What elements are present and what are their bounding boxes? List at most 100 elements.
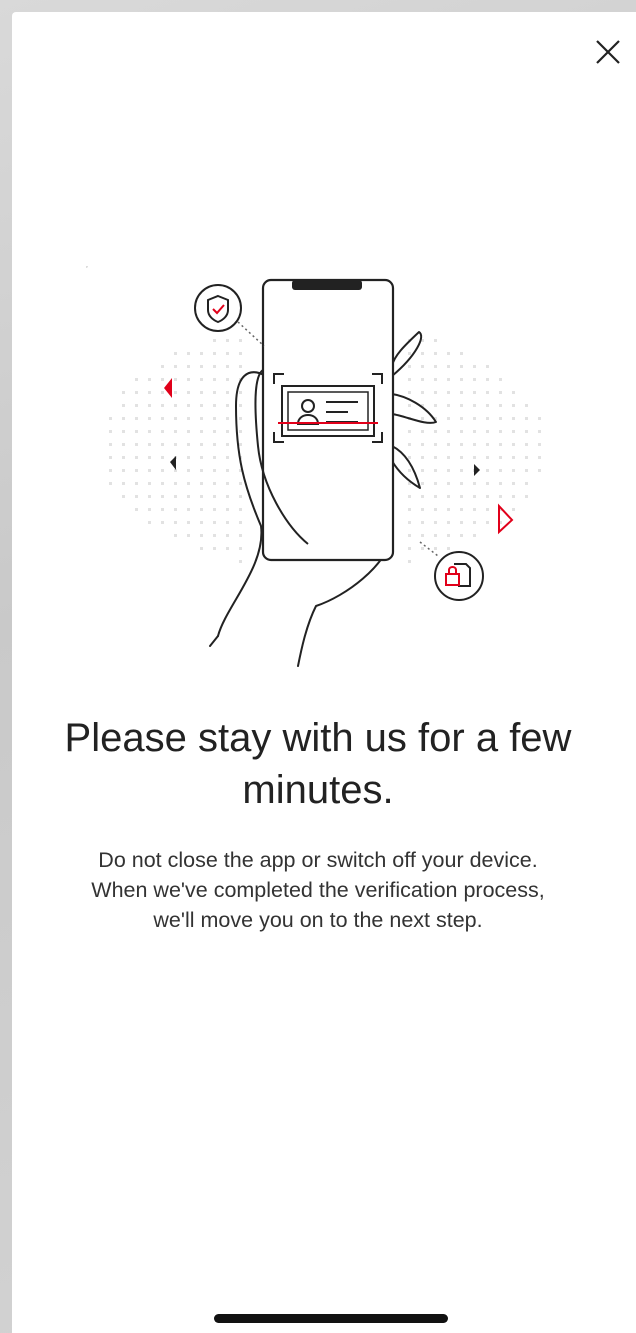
dot <box>148 508 151 511</box>
dot <box>408 365 411 368</box>
dot <box>200 365 203 368</box>
dot <box>525 404 528 407</box>
dot <box>148 404 151 407</box>
dot <box>447 547 450 550</box>
red-arrow-icon <box>164 378 172 398</box>
dot <box>122 404 125 407</box>
dot <box>109 417 112 420</box>
dot <box>408 404 411 407</box>
dot <box>486 482 489 485</box>
id-card-icon <box>281 385 375 437</box>
dot <box>434 456 437 459</box>
dot <box>525 430 528 433</box>
dot <box>486 404 489 407</box>
instruction-line-3: we'll move you on to the next step. <box>153 908 483 932</box>
dot <box>109 443 112 446</box>
dot <box>239 508 242 511</box>
dot <box>486 469 489 472</box>
dot <box>226 547 229 550</box>
dot <box>486 508 489 511</box>
dot <box>174 404 177 407</box>
dot <box>460 378 463 381</box>
dot <box>122 456 125 459</box>
dot <box>213 482 216 485</box>
dot <box>473 521 476 524</box>
dot <box>499 469 502 472</box>
dot <box>512 482 515 485</box>
shield-check-icon <box>194 284 265 347</box>
dot <box>187 469 190 472</box>
dot <box>460 430 463 433</box>
dot <box>525 443 528 446</box>
dot <box>174 443 177 446</box>
dot <box>421 391 424 394</box>
dot <box>135 404 138 407</box>
dot <box>187 417 190 420</box>
dot <box>239 365 242 368</box>
dot <box>174 365 177 368</box>
dot <box>447 378 450 381</box>
dot <box>473 456 476 459</box>
dot <box>473 508 476 511</box>
dot <box>226 430 229 433</box>
dot <box>161 417 164 420</box>
dot <box>213 495 216 498</box>
dot <box>447 469 450 472</box>
dot <box>122 482 125 485</box>
dot <box>460 521 463 524</box>
home-indicator[interactable] <box>214 1314 448 1323</box>
dot <box>239 547 242 550</box>
dot <box>421 495 424 498</box>
dot <box>525 495 528 498</box>
dot <box>200 521 203 524</box>
dot <box>408 508 411 511</box>
dot <box>161 378 164 381</box>
dot <box>239 495 242 498</box>
dot <box>473 495 476 498</box>
dot <box>499 495 502 498</box>
dot <box>239 560 242 563</box>
dot <box>213 404 216 407</box>
dot <box>122 430 125 433</box>
dot <box>226 482 229 485</box>
dot <box>135 378 138 381</box>
dot <box>122 417 125 420</box>
dot <box>226 352 229 355</box>
dot <box>447 365 450 368</box>
dot <box>421 521 424 524</box>
close-button[interactable] <box>590 34 626 70</box>
dot <box>512 404 515 407</box>
dot <box>434 430 437 433</box>
dot <box>174 352 177 355</box>
dot <box>538 430 541 433</box>
dot <box>226 378 229 381</box>
lock-document-icon <box>419 541 484 601</box>
dot <box>213 339 216 342</box>
dot <box>135 495 138 498</box>
dot <box>213 469 216 472</box>
dot <box>434 547 437 550</box>
dot <box>187 443 190 446</box>
dot <box>200 378 203 381</box>
dark-arrow-icon <box>474 464 480 476</box>
dot <box>408 430 411 433</box>
dot <box>473 404 476 407</box>
dot <box>213 352 216 355</box>
dot <box>434 378 437 381</box>
dot <box>187 378 190 381</box>
dot <box>122 443 125 446</box>
dot <box>434 404 437 407</box>
dot <box>187 482 190 485</box>
dot <box>499 417 502 420</box>
dot <box>499 378 502 381</box>
dot <box>434 443 437 446</box>
dot <box>499 443 502 446</box>
dot <box>148 482 151 485</box>
dot <box>434 508 437 511</box>
dot <box>239 339 242 342</box>
dot <box>447 404 450 407</box>
dot <box>226 508 229 511</box>
dot <box>408 378 411 381</box>
dot <box>473 365 476 368</box>
dot <box>109 482 112 485</box>
